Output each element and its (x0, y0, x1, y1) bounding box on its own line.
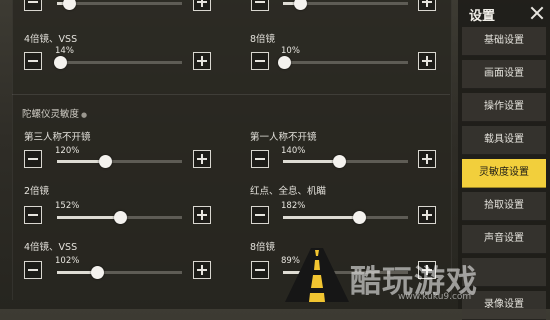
sidebar-item-sensitivity[interactable]: 灵敏度设置 (462, 159, 546, 188)
sidebar-header: 设置 (458, 0, 550, 26)
increase-button[interactable] (193, 206, 211, 224)
watermark-road-logo (285, 248, 349, 302)
value-text: 14% (55, 46, 74, 56)
slider-fill (283, 160, 339, 163)
slider-fill (57, 160, 105, 163)
section-title-text: 陀螺仪灵敏度 (22, 109, 80, 120)
setting-label: 8倍镜 (250, 34, 276, 45)
value-text: 152% (55, 201, 80, 211)
value-text: 120% (55, 146, 80, 156)
slider-track[interactable] (278, 56, 408, 69)
decrease-button[interactable] (24, 0, 42, 11)
increase-button[interactable] (193, 52, 211, 70)
setting-label: 2倍镜 (24, 186, 50, 197)
slider-knob[interactable] (91, 266, 104, 279)
setting-label: 4倍镜、VSS (24, 242, 78, 253)
close-icon[interactable] (530, 6, 544, 20)
slider-track[interactable] (54, 56, 182, 69)
value-text: 140% (281, 146, 306, 156)
increase-button[interactable] (418, 206, 436, 224)
value-text: 10% (281, 46, 300, 56)
slider-track[interactable] (57, 266, 182, 279)
slider-knob[interactable] (54, 56, 67, 69)
slider-knob[interactable] (278, 56, 291, 69)
increase-button[interactable] (418, 0, 436, 11)
slider-fill (57, 216, 120, 219)
sidebar-item-sound[interactable]: 声音设置 (462, 225, 546, 254)
slider-track[interactable] (283, 155, 408, 168)
increase-button[interactable] (193, 150, 211, 168)
slider-knob[interactable] (99, 155, 112, 168)
value-text: 182% (281, 201, 306, 211)
slider-knob[interactable] (114, 211, 127, 224)
increase-button[interactable] (418, 150, 436, 168)
slider-knob[interactable] (333, 155, 346, 168)
sidebar-item-graphics[interactable]: 画面设置 (462, 60, 546, 89)
setting-label: 4倍镜、VSS (24, 34, 78, 45)
info-icon: ● (81, 111, 88, 119)
slider-track[interactable] (283, 211, 408, 224)
decrease-button[interactable] (24, 52, 42, 70)
slider-track[interactable] (283, 0, 408, 10)
sidebar-item-pickup[interactable]: 拾取设置 (462, 192, 546, 221)
decrease-button[interactable] (251, 52, 269, 70)
sidebar-item-basic[interactable]: 基础设置 (462, 27, 546, 56)
slider-knob[interactable] (353, 211, 366, 224)
setting-label: 第三人称不开镜 (24, 132, 91, 143)
value-text: 102% (55, 256, 80, 266)
decrease-button[interactable] (251, 0, 269, 11)
increase-button[interactable] (193, 261, 211, 279)
increase-button[interactable] (193, 0, 211, 11)
decrease-button[interactable] (24, 150, 42, 168)
setting-label: 红点、全息、机瞄 (250, 186, 327, 197)
slider-track[interactable] (57, 211, 182, 224)
decrease-button[interactable] (251, 261, 269, 279)
decrease-button[interactable] (24, 206, 42, 224)
section-divider (12, 94, 450, 95)
sidebar-title: 设置 (469, 9, 496, 24)
slider-track[interactable] (57, 155, 182, 168)
setting-label: 第一人称不开镜 (250, 132, 317, 143)
sidebar-item-vehicle[interactable]: 载具设置 (462, 126, 546, 155)
decrease-button[interactable] (24, 261, 42, 279)
slider-track[interactable] (57, 0, 182, 10)
section-title: 陀螺仪灵敏度 ● (22, 106, 87, 120)
sidebar-item-controls[interactable]: 操作设置 (462, 93, 546, 122)
watermark-url: www.kuku9.com (398, 292, 472, 302)
setting-label: 8倍镜 (250, 242, 276, 253)
decrease-button[interactable] (251, 150, 269, 168)
increase-button[interactable] (418, 52, 436, 70)
decrease-button[interactable] (251, 206, 269, 224)
slider-fill (283, 216, 359, 219)
